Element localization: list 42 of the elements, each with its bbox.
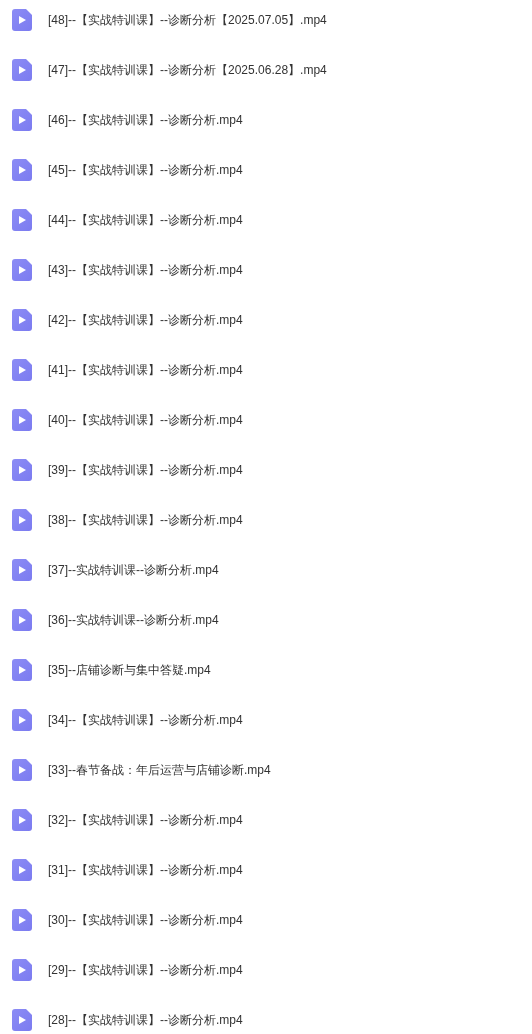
file-name[interactable]: [41]--【实战特训课】--诊断分析.mp4 [48,361,243,379]
play-file-icon [12,509,32,531]
file-name[interactable]: [28]--【实战特训课】--诊断分析.mp4 [48,1011,243,1029]
play-file-icon [12,959,32,981]
play-file-icon [12,659,32,681]
play-file-icon [12,459,32,481]
file-name[interactable]: [48]--【实战特训课】--诊断分析【2025.07.05】.mp4 [48,11,327,29]
file-name[interactable]: [42]--【实战特训课】--诊断分析.mp4 [48,311,243,329]
play-file-icon [12,559,32,581]
play-file-icon [12,909,32,931]
file-name[interactable]: [33]--春节备战：年后运营与店铺诊断.mp4 [48,761,271,779]
file-name[interactable]: [35]--店铺诊断与集中答疑.mp4 [48,661,211,679]
play-file-icon [12,259,32,281]
file-name[interactable]: [38]--【实战特训课】--诊断分析.mp4 [48,511,243,529]
file-name[interactable]: [30]--【实战特训课】--诊断分析.mp4 [48,911,243,929]
file-name[interactable]: [32]--【实战特训课】--诊断分析.mp4 [48,811,243,829]
play-file-icon [12,9,32,31]
play-file-icon [12,209,32,231]
play-file-icon [12,809,32,831]
play-file-icon [12,59,32,81]
file-name[interactable]: [47]--【实战特训课】--诊断分析【2025.06.28】.mp4 [48,61,327,79]
play-file-icon [12,709,32,731]
file-name[interactable]: [44]--【实战特训课】--诊断分析.mp4 [48,211,243,229]
file-name[interactable]: [36]--实战特训课--诊断分析.mp4 [48,611,219,629]
play-file-icon [12,859,32,881]
file-name[interactable]: [43]--【实战特训课】--诊断分析.mp4 [48,261,243,279]
play-file-icon [12,609,32,631]
play-file-icon [12,109,32,131]
play-file-icon [12,359,32,381]
play-file-icon [12,759,32,781]
play-file-icon [12,1009,32,1031]
file-name[interactable]: [31]--【实战特训课】--诊断分析.mp4 [48,861,243,879]
file-name[interactable]: [37]--实战特训课--诊断分析.mp4 [48,561,219,579]
file-name[interactable]: [34]--【实战特训课】--诊断分析.mp4 [48,711,243,729]
play-file-icon [12,409,32,431]
file-name[interactable]: [29]--【实战特训课】--诊断分析.mp4 [48,961,243,979]
file-name[interactable]: [46]--【实战特训课】--诊断分析.mp4 [48,111,243,129]
play-file-icon [12,159,32,181]
file-name[interactable]: [40]--【实战特训课】--诊断分析.mp4 [48,411,243,429]
file-name[interactable]: [39]--【实战特训课】--诊断分析.mp4 [48,461,243,479]
file-name[interactable]: [45]--【实战特训课】--诊断分析.mp4 [48,161,243,179]
play-file-icon [12,309,32,331]
